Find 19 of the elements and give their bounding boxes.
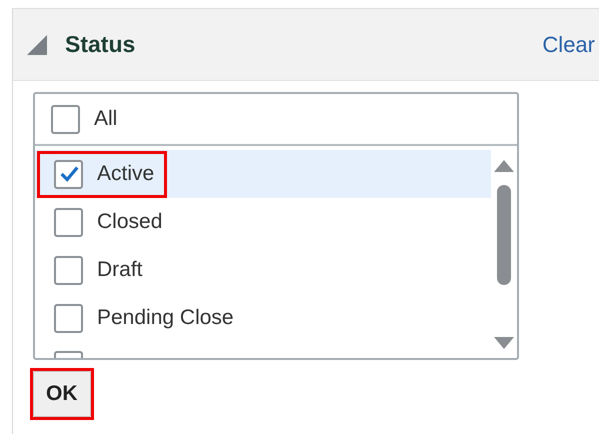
- scroll-down-icon[interactable]: [494, 337, 514, 349]
- checkbox[interactable]: [54, 304, 83, 332]
- option-label: Draft: [97, 258, 143, 282]
- checkbox[interactable]: [54, 160, 83, 188]
- option-label: All: [94, 107, 118, 131]
- option-label: Active: [97, 162, 154, 186]
- option-label: Closed: [97, 210, 162, 234]
- checkbox[interactable]: [51, 104, 80, 134]
- collapse-triangle-icon[interactable]: [26, 34, 48, 56]
- scroll-up-icon[interactable]: [494, 160, 514, 172]
- checkbox[interactable]: [54, 208, 83, 236]
- panel-title: Status: [65, 31, 136, 58]
- selected-row[interactable]: Active: [35, 150, 491, 198]
- option-label: Pending Close: [97, 306, 234, 330]
- cut-off-row-drawing: [54, 351, 83, 358]
- clear-link[interactable]: Clear: [542, 32, 595, 58]
- ok-button[interactable]: OK: [33, 371, 90, 417]
- scroll-thumb[interactable]: [497, 185, 511, 285]
- checkbox[interactable]: [54, 256, 83, 284]
